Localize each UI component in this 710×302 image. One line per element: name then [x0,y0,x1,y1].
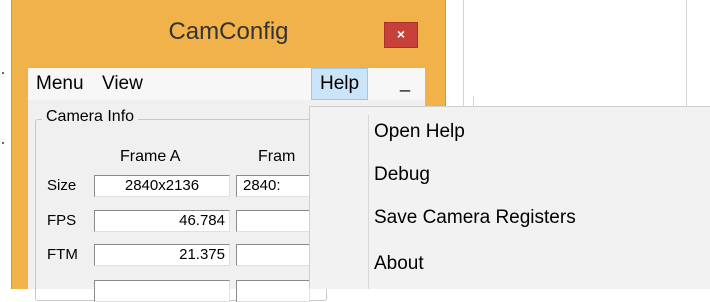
ftm-frame-a-field: 21.375 [94,244,230,266]
menu-bar: Menu View Help _ [28,68,425,100]
divider [463,0,464,106]
fps-frame-a-field: 46.784 [94,210,230,232]
divider [473,96,474,106]
next-row-frame-b-field [236,280,310,302]
menu-item-about[interactable]: About [374,253,424,275]
column-header-frame-a: Frame A [120,148,181,165]
help-dropdown-menu: Open Help Debug Save Camera Registers Ab… [309,106,710,289]
row-label-ftm: FTM [47,246,78,263]
size-frame-a-field: 2840x2136 [94,175,230,197]
title-bar[interactable]: CamConfig × [12,0,445,66]
camera-info-legend: Camera Info [42,108,139,126]
menu-item-debug[interactable]: Debug [374,164,430,186]
edge-mark [2,72,4,74]
minimize-button[interactable]: _ [400,72,410,93]
edge-mark [2,142,4,144]
ftm-frame-b-field [236,244,310,266]
row-label-size: Size [47,177,77,194]
menu-item-save-camera-registers[interactable]: Save Camera Registers [374,207,576,229]
close-button[interactable]: × [384,22,418,48]
menu-item-open-help[interactable]: Open Help [374,121,465,143]
row-label-fps: FPS [47,212,77,229]
menu-help[interactable]: Help [311,68,369,100]
menu-view[interactable]: View [102,68,143,100]
window-title: CamConfig [168,18,289,45]
next-row-frame-a-field [94,280,230,302]
menu-menu[interactable]: Menu [36,68,84,100]
size-frame-b-field: 2840: [236,175,310,197]
divider [686,0,687,106]
column-header-frame-b: Fram [258,148,296,165]
menu-gutter-divider [368,115,369,289]
fps-frame-b-field [236,210,310,232]
